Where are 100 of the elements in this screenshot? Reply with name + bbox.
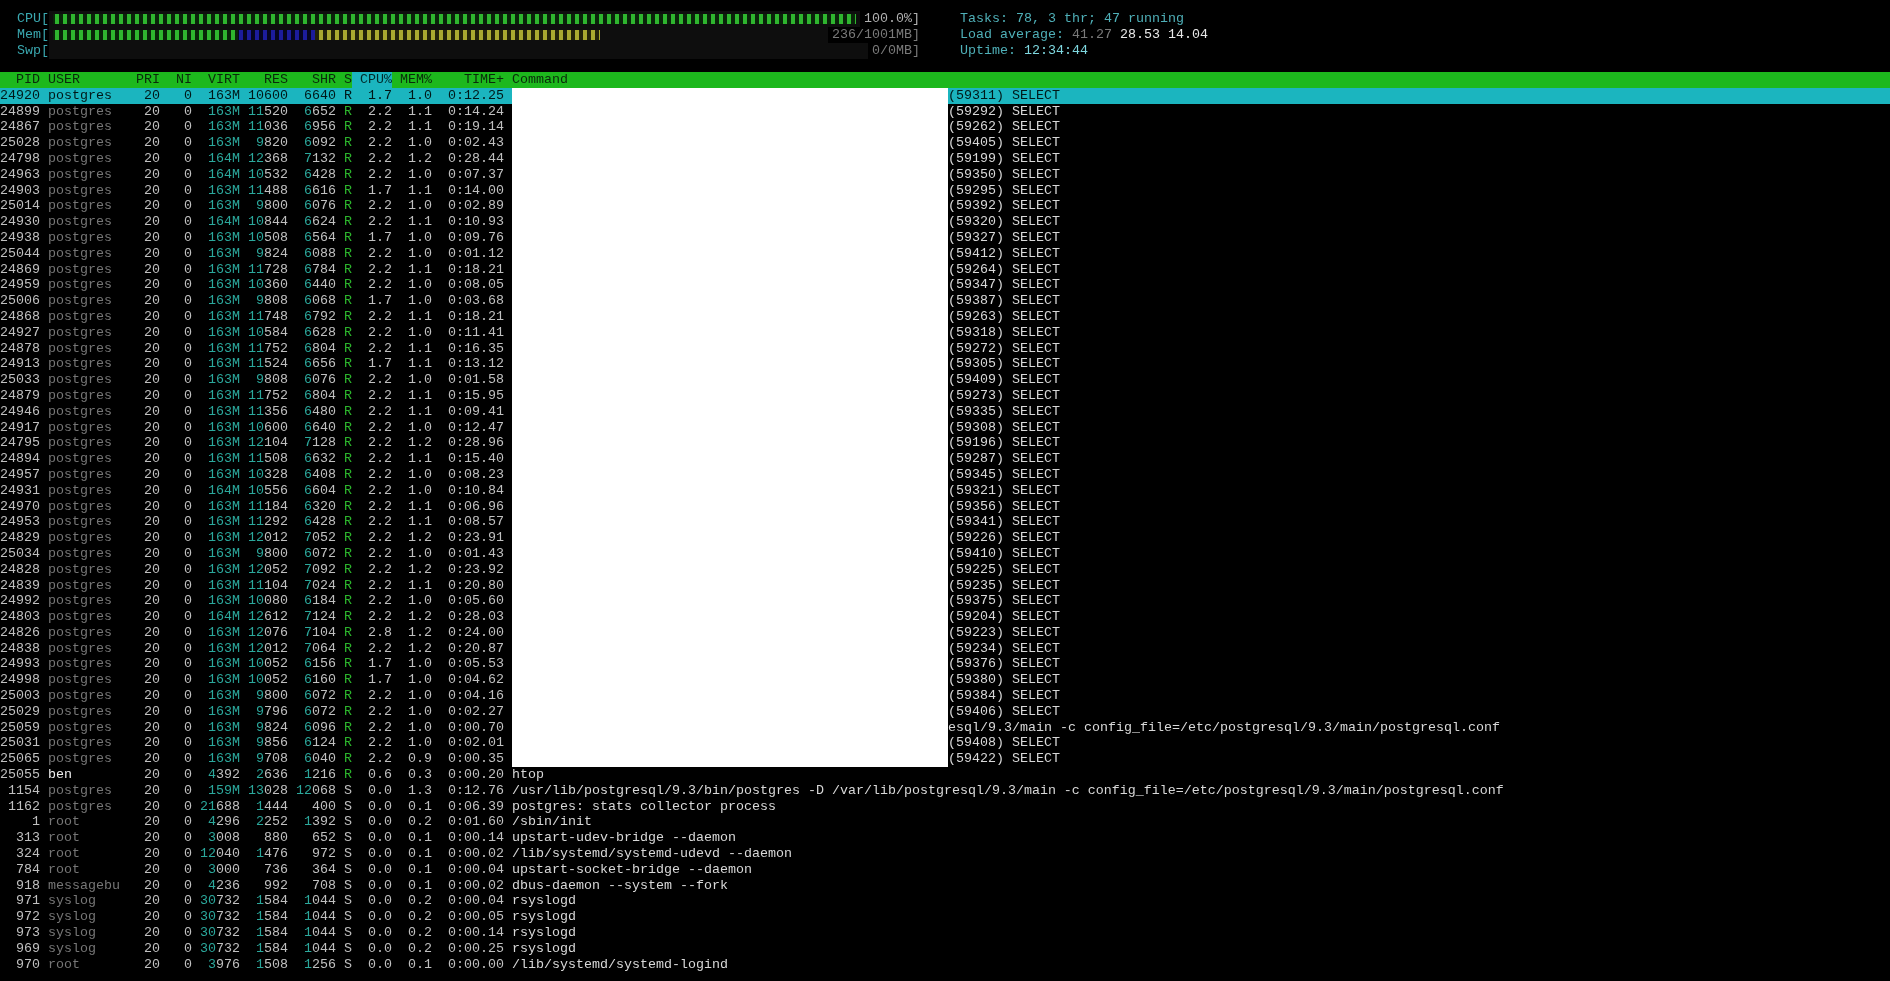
process-row[interactable]: 24878 postgres 20 0 163M 11752 6804 R 2.2 1.1 0:16.35 (59272) SELECT [0, 340, 1890, 357]
table-cell-text: R [343, 182, 352, 199]
process-row[interactable]: 24828 postgres 20 0 163M 12052 7092 R 2.2 1.2 0:23.92 (59225) SELECT [0, 561, 1890, 578]
process-row[interactable]: 25029 postgres 20 0 163M 9796 6072 R 2.2 1.0 0:02.27 (59406) SELECT [0, 703, 1890, 720]
table-cell-text: 2636 [255, 767, 288, 783]
process-row[interactable]: 24957 postgres 20 0 163M 10328 6408 R 2.2 1.0 0:08.23 (59345) SELECT [0, 466, 1890, 483]
process-row[interactable]: 24798 postgres 20 0 164M 12368 7132 R 2.2 1.2 0:28.44 (59199) SELECT [0, 151, 1890, 167]
process-row[interactable]: 24917 postgres 20 0 163M 10600 6640 R 2.2 1.0 0:12.47 (59308) SELECT [0, 419, 1890, 436]
process-row[interactable]: 24803 postgres 20 0 164M 12612 7124 R 2.2 1.2 0:28.03 (59204) SELECT [0, 609, 1890, 625]
process-row[interactable]: 24946 postgres 20 0 163M 11356 6480 R 2.2 1.1 0:09.41 (59335) SELECT [0, 403, 1890, 420]
column-header[interactable]: PRI [136, 72, 160, 88]
process-row[interactable]: 24826 postgres 20 0 163M 12076 7104 R 2.8 1.2 0:24.00 (59223) SELECT [0, 624, 1890, 641]
process-row[interactable]: 25014 postgres 20 0 163M 9800 6076 R 2.2 1.0 0:02.89 (59392) SELECT [0, 198, 1890, 215]
table-cell: 24867 [0, 119, 40, 136]
table-cell-text: 0:18.21 [447, 261, 504, 278]
table-cell-text: R [343, 688, 352, 704]
table-cell-text: 0:00.02 [447, 877, 504, 894]
table-cell: (59308) SELECT [948, 419, 1060, 436]
process-row[interactable]: 24839 postgres 20 0 163M 11104 7024 R 2.2 1.1 0:20.80 (59235) SELECT [0, 577, 1890, 594]
process-row[interactable]: 24829 postgres 20 0 163M 12012 7052 R 2.2 1.2 0:23.91 (59226) SELECT [0, 530, 1890, 546]
table-cell-text: 0.0 [367, 940, 392, 957]
process-row[interactable]: 918 messagebu 20 0 4236 992 708 S 0.0 0.1 0:00.02 dbus-daemon --system --fork [0, 877, 1890, 894]
process-row[interactable]: 24953 postgres 20 0 163M 11292 6428 R 2.2 1.1 0:08.57 (59341) SELECT [0, 514, 1890, 531]
column-header[interactable]: Command [504, 72, 568, 88]
column-header[interactable]: CPU% [352, 72, 392, 88]
process-row[interactable]: 25033 postgres 20 0 163M 9808 6076 R 2.2 1.0 0:01.58 (59409) SELECT [0, 372, 1890, 388]
process-row[interactable]: 25028 postgres 20 0 163M 9820 6092 R 2.2 1.0 0:02.43 (59405) SELECT [0, 135, 1890, 151]
process-row[interactable]: 24970 postgres 20 0 163M 11184 6320 R 2.2 1.1 0:06.96 (59356) SELECT [0, 498, 1890, 515]
process-row[interactable]: 1162 postgres 20 0 21688 1444 400 S 0.0 0.1 0:06.39 postgres: stats collector process [0, 798, 1890, 815]
table-cell: 25033 [0, 372, 40, 388]
table-cell-text: 12052 [247, 561, 288, 578]
table-cell-text: 0:18.21 [447, 308, 504, 325]
table-cell-text: 163M [207, 340, 240, 357]
table-cell-text: 2.2 [367, 340, 392, 357]
process-row[interactable]: 972 syslog 20 0 30732 1584 1044 S 0.0 0.2 0:00.05 rsyslogd [0, 909, 1890, 926]
table-cell-text: 6804 [303, 387, 336, 404]
process-row[interactable]: 24938 postgres 20 0 163M 10508 6564 R 1.7 1.0 0:09.76 (59327) SELECT [0, 229, 1890, 246]
process-row[interactable]: 24993 postgres 20 0 163M 10052 6156 R 1.7 1.0 0:05.53 (59376) SELECT [0, 656, 1890, 673]
table-cell-text: postgres [47, 293, 113, 309]
process-row[interactable]: 973 syslog 20 0 30732 1584 1044 S 0.0 0.2 0:00.14 rsyslogd [0, 925, 1890, 941]
process-row[interactable]: 970 root 20 0 3976 1508 1256 S 0.0 0.1 0:00.00 /lib/systemd/systemd-logind [0, 956, 1890, 973]
process-row[interactable]: 24959 postgres 20 0 163M 10360 6440 R 2.2 1.0 0:08.05 (59347) SELECT [0, 277, 1890, 294]
column-header[interactable]: USER [40, 72, 136, 88]
process-row[interactable]: 24894 postgres 20 0 163M 11508 6632 R 2.2 1.1 0:15.40 (59287) SELECT [0, 451, 1890, 467]
process-row[interactable]: 25031 postgres 20 0 163M 9856 6124 R 2.2 1.0 0:02.01 (59408) SELECT [0, 735, 1890, 752]
table-cell-text: 7052 [303, 530, 336, 546]
column-header[interactable]: TIME+ [432, 72, 504, 88]
process-row[interactable]: 24998 postgres 20 0 163M 10052 6160 R 1.7 1.0 0:04.62 (59380) SELECT [0, 672, 1890, 689]
table-cell-text: 0:23.91 [447, 530, 504, 546]
process-row[interactable]: 25006 postgres 20 0 163M 9808 6068 R 1.7 1.0 0:03.68 (59387) SELECT [0, 293, 1890, 309]
table-cell-text: 3008 [207, 830, 240, 847]
table-cell: (59235) SELECT [948, 577, 1060, 594]
column-header[interactable]: MEM% [392, 72, 432, 88]
table-cell-text: 163M [207, 451, 240, 467]
table-cell: (59196) SELECT [948, 435, 1060, 452]
process-row[interactable]: 25059 postgres 20 0 163M 9824 6096 R 2.2 1.0 0:00.70 esql/9.3/main -c config_file=/etc/postgresql/9.3/main/postgresql.conf [0, 719, 1890, 736]
process-row[interactable]: 24879 postgres 20 0 163M 11752 6804 R 2.2 1.1 0:15.95 (59273) SELECT [0, 387, 1890, 404]
column-header[interactable]: NI [160, 72, 192, 88]
table-cell-text: 2.2 [367, 277, 392, 294]
column-header[interactable]: RES [240, 72, 288, 88]
process-row[interactable]: 1 root 20 0 4296 2252 1392 S 0.0 0.2 0:01.60 /sbin/init [0, 814, 1890, 831]
process-row[interactable]: 324 root 20 0 12040 1476 972 S 0.0 0.1 0:00.02 /lib/systemd/systemd-udevd --daemon [0, 846, 1890, 862]
process-row[interactable]: 24931 postgres 20 0 164M 10556 6604 R 2.2 1.0 0:10.84 (59321) SELECT [0, 482, 1890, 499]
table-cell-text: postgres [47, 545, 113, 562]
process-row[interactable]: 784 root 20 0 3000 736 364 S 0.0 0.1 0:00.04 upstart-socket-bridge --daemon [0, 861, 1890, 878]
table-cell-text: 0 [183, 940, 192, 957]
process-row[interactable]: 969 syslog 20 0 30732 1584 1044 S 0.0 0.2 0:00.25 rsyslogd [0, 940, 1890, 957]
process-row[interactable]: 25044 postgres 20 0 163M 9824 6088 R 2.2 1.0 0:01.12 (59412) SELECT [0, 245, 1890, 262]
process-row[interactable]: 24913 postgres 20 0 163M 11524 6656 R 1.7 1.1 0:13.12 (59305) SELECT [0, 356, 1890, 373]
process-row[interactable]: 24899 postgres 20 0 163M 11520 6652 R 2.2 1.1 0:14.24 (59292) SELECT [0, 103, 1890, 120]
process-row[interactable]: 25065 postgres 20 0 163M 9708 6040 R 2.2 0.9 0:00.35 (59422) SELECT [0, 751, 1890, 768]
table-cell-text: 20 [143, 593, 160, 610]
process-row[interactable]: 25003 postgres 20 0 163M 9800 6072 R 2.2 1.0 0:04.16 (59384) SELECT [0, 688, 1890, 704]
table-cell-text: S [343, 925, 352, 941]
process-row[interactable]: 24838 postgres 20 0 163M 12012 7064 R 2.2 1.2 0:20.87 (59234) SELECT [0, 640, 1890, 657]
process-row[interactable]: 25034 postgres 20 0 163M 9800 6072 R 2.2 1.0 0:01.43 (59410) SELECT [0, 545, 1890, 562]
process-row[interactable]: 24903 postgres 20 0 163M 11488 6616 R 1.7 1.1 0:14.00 (59295) SELECT [0, 182, 1890, 199]
process-row[interactable]: 24927 postgres 20 0 163M 10584 6628 R 2.2 1.0 0:11.41 (59318) SELECT [0, 324, 1890, 341]
table-cell-text: R [343, 198, 352, 215]
column-header[interactable]: SHR [288, 72, 336, 88]
table-cell-text: 2.2 [367, 640, 392, 657]
process-row[interactable]: 24930 postgres 20 0 164M 10844 6624 R 2.2 1.1 0:10.93 (59320) SELECT [0, 214, 1890, 230]
process-row[interactable]: 1154 postgres 20 0 159M 13028 12068 S 0.0 1.3 0:12.76 /usr/lib/postgresql/9.3/bin/postgres -D /var/lib/postgresql/9.3/main -c config_file=/etc/postgresql/9.3/main/postgresql.conf [0, 782, 1890, 799]
process-row[interactable]: 24963 postgres 20 0 164M 10532 6428 R 2.2 1.0 0:07.37 (59350) SELECT [0, 166, 1890, 183]
table-cell: (59410) SELECT [948, 545, 1060, 562]
process-row[interactable]: 24869 postgres 20 0 163M 11728 6784 R 2.2 1.1 0:18.21 (59264) SELECT [0, 261, 1890, 278]
column-header[interactable]: PID [0, 72, 40, 88]
table-cell-text: 20 [143, 245, 160, 262]
process-row[interactable]: 971 syslog 20 0 30732 1584 1044 S 0.0 0.2 0:00.04 rsyslogd [0, 893, 1890, 910]
table-cell-text: R [343, 466, 352, 483]
process-row[interactable]: 24992 postgres 20 0 163M 10080 6184 R 2.2 1.0 0:05.60 (59375) SELECT [0, 593, 1890, 610]
column-header[interactable]: VIRT [192, 72, 240, 88]
process-row[interactable]: 24795 postgres 20 0 163M 12104 7128 R 2.2 1.2 0:28.96 (59196) SELECT [0, 435, 1890, 452]
process-row[interactable]: 24868 postgres 20 0 163M 11748 6792 R 2.2 1.1 0:18.21 (59263) SELECT [0, 308, 1890, 325]
table-cell-text: 163M [207, 751, 240, 768]
info-value: 12:34:44 [1024, 43, 1088, 59]
process-row[interactable]: 25055 ben 20 0 4392 2636 1216 R 0.6 0.3 0:00.20 htop [0, 767, 1890, 783]
process-row[interactable]: 313 root 20 0 3008 880 652 S 0.0 0.1 0:00.14 upstart-udev-bridge --daemon [0, 830, 1890, 847]
column-header[interactable]: S [336, 72, 352, 88]
process-row[interactable]: 24867 postgres 20 0 163M 11036 6956 R 2.2 1.1 0:19.14 (59262) SELECT [0, 119, 1890, 136]
